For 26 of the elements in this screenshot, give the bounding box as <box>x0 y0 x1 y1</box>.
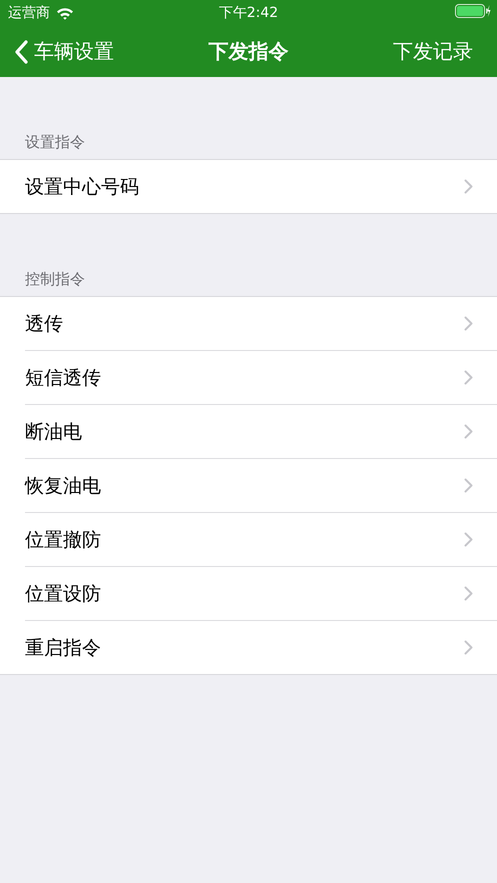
section-header: 设置指令 <box>24 132 86 153</box>
status-time: 下午2:42 <box>218 4 278 22</box>
section-header: 控制指令 <box>24 269 86 290</box>
list-row[interactable]: 位置撤防 <box>25 513 497 567</box>
nav-title: 下发指令 <box>208 38 288 65</box>
chevron-right-icon <box>464 640 473 655</box>
chevron-right-icon <box>464 179 473 194</box>
list-row[interactable]: 位置设防 <box>25 567 497 621</box>
chevron-left-icon <box>14 40 28 64</box>
records-button[interactable]: 下发记录 <box>393 38 473 65</box>
wifi-icon <box>56 6 74 20</box>
chevron-right-icon <box>464 424 473 439</box>
back-button[interactable]: 车辆设置 <box>14 38 114 65</box>
list-row[interactable]: 恢复油电 <box>25 459 497 513</box>
list-row[interactable]: 重启指令 <box>25 621 497 674</box>
chevron-right-icon <box>464 478 473 493</box>
chevron-right-icon <box>464 586 473 601</box>
list-row[interactable]: 透传 <box>25 297 497 351</box>
list-row[interactable]: 短信透传 <box>25 351 497 405</box>
chevron-right-icon <box>464 532 473 547</box>
list-row[interactable]: 设置中心号码 <box>25 160 497 213</box>
battery-icon <box>455 4 491 18</box>
chevron-right-icon <box>464 370 473 385</box>
list-row[interactable]: 断油电 <box>25 405 497 459</box>
carrier-name: 运营商 <box>8 4 50 22</box>
chevron-right-icon <box>464 316 473 331</box>
